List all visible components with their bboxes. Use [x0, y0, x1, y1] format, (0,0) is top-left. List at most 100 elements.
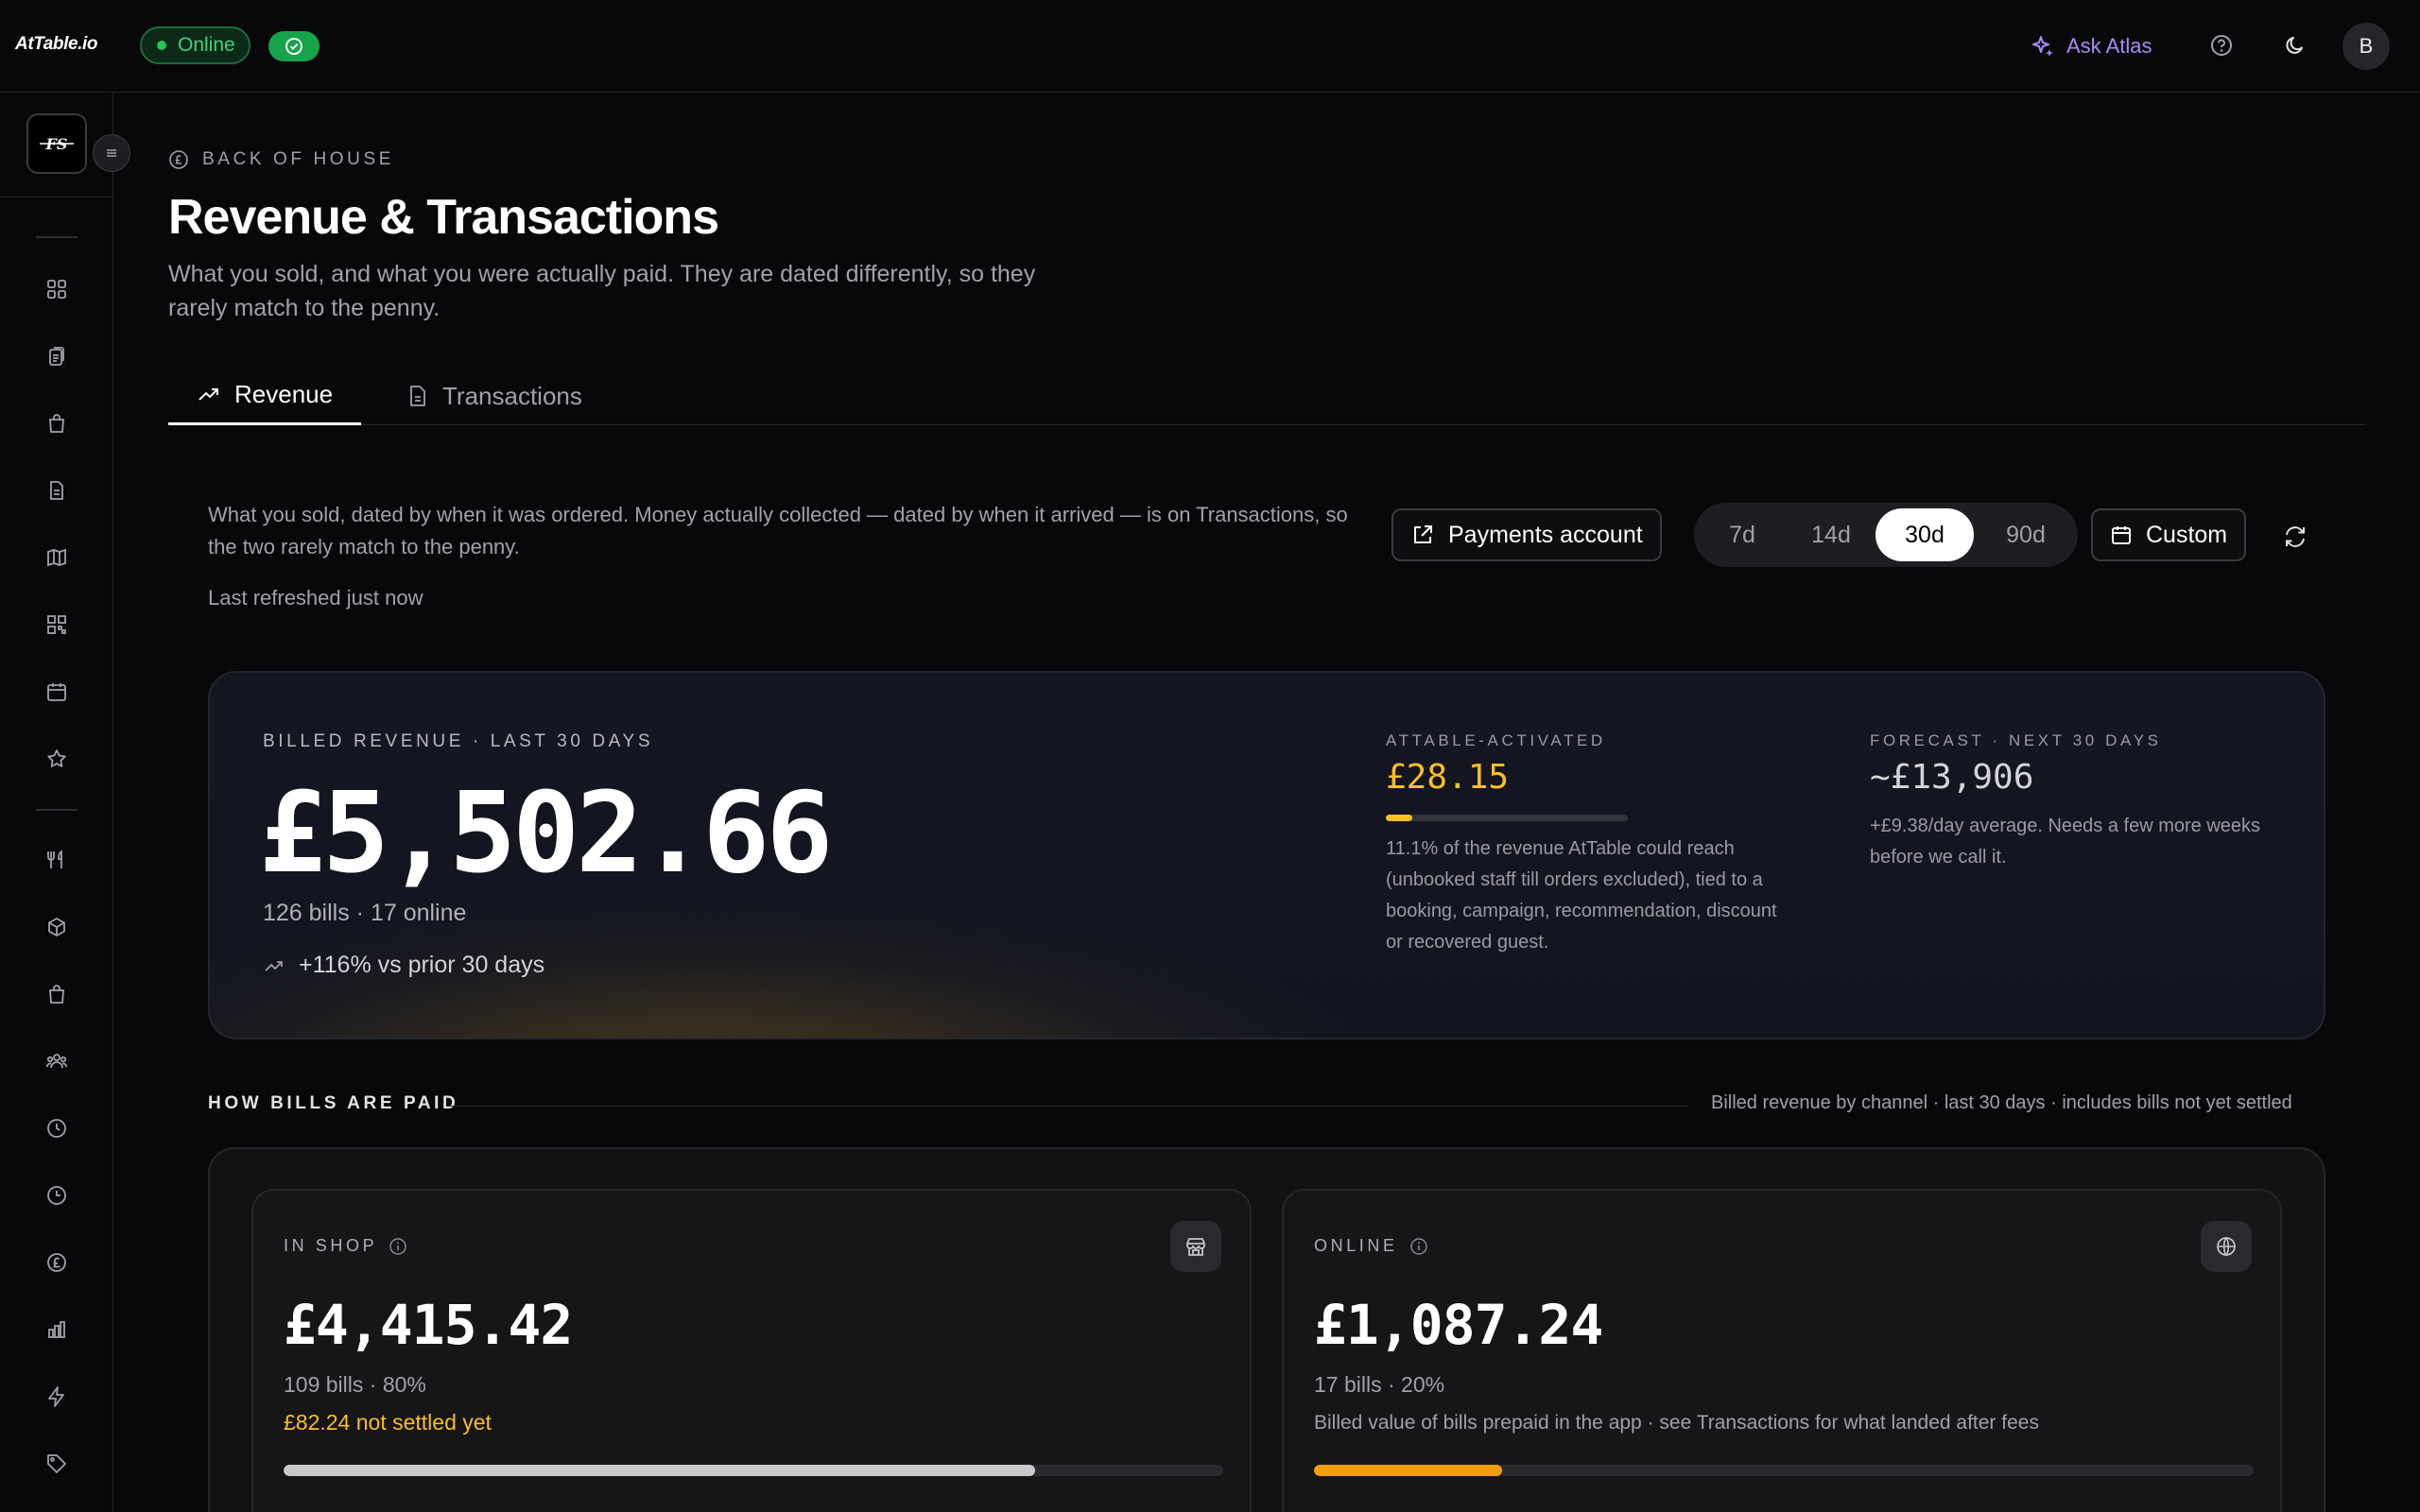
- in-shop-label-row: In shop: [284, 1236, 407, 1256]
- app-logo[interactable]: AtTable.io: [15, 34, 98, 55]
- venue-mark: FS: [40, 135, 74, 153]
- calendar-icon[interactable]: [42, 677, 72, 707]
- page-title: Revenue & Transactions: [168, 190, 719, 245]
- ask-atlas-button[interactable]: Ask Atlas: [2031, 30, 2152, 62]
- sidebar-divider: [0, 197, 113, 198]
- refresh-icon: [2286, 526, 2305, 547]
- online-label: Online: [1314, 1236, 1398, 1255]
- range-7d[interactable]: 7d: [1707, 508, 1777, 561]
- forecast-label: Forecast · next 30 days: [1870, 731, 2162, 749]
- refresh-button[interactable]: [2276, 518, 2314, 556]
- online-status-badge[interactable]: Online: [140, 26, 251, 64]
- in-shop-unsettled: £82.24 not settled yet: [284, 1410, 492, 1435]
- tab-label: Revenue: [234, 380, 334, 408]
- forecast-description: +£9.38/day average. Needs a few more wee…: [1870, 816, 2261, 868]
- page-description: What you sold, and what you were actuall…: [168, 261, 1036, 321]
- billed-revenue-amount: £5,502.66: [259, 767, 833, 898]
- clock-icon[interactable]: [42, 1113, 72, 1143]
- in-shop-amount: £4,415.42: [284, 1293, 573, 1357]
- eyebrow-label: Back of house: [202, 149, 395, 169]
- utensils-icon[interactable]: [42, 845, 72, 875]
- online-note: Billed value of bills prepaid in the app…: [1314, 1412, 2039, 1434]
- date-range-selector: 7d 14d 30d 90d: [1694, 503, 2078, 567]
- online-share-fill: [1314, 1465, 1502, 1476]
- help-circle-icon: [2211, 35, 2232, 56]
- online-card: Online £1,087.24 17 bills · 20% Billed v…: [1282, 1189, 2282, 1512]
- moon-icon: [2286, 37, 2303, 54]
- theme-toggle-button[interactable]: [2278, 28, 2312, 62]
- status-dot: [157, 41, 166, 50]
- connection-check-badge[interactable]: [268, 31, 320, 61]
- box-icon[interactable]: [42, 912, 72, 942]
- in-shop-share-bar: [284, 1465, 1223, 1476]
- document-icon: [410, 386, 425, 406]
- pound-circle-icon: [169, 150, 188, 169]
- last-refreshed-text: Last refreshed just now: [208, 586, 424, 610]
- online-label-row: Online: [1314, 1236, 1428, 1256]
- lightning-icon[interactable]: [42, 1382, 72, 1412]
- online-bills: 17 bills · 20%: [1314, 1372, 1445, 1397]
- in-shop-label: In shop: [284, 1236, 378, 1255]
- menu-icon: [107, 149, 116, 157]
- tab-transactions[interactable]: Transactions: [391, 367, 597, 425]
- sidebar: FS: [0, 93, 130, 1512]
- tab-revenue[interactable]: Revenue: [168, 367, 362, 425]
- range-90d[interactable]: 90d: [1981, 508, 2070, 561]
- forecast-amount: ~£13,906: [1870, 758, 2034, 797]
- bag-icon[interactable]: [42, 408, 72, 438]
- activated-amount: £28.15: [1386, 758, 1510, 797]
- info-icon[interactable]: [1409, 1237, 1428, 1256]
- in-shop-card: In shop £4,415.42 109 bills · 80% £82.24…: [251, 1189, 1252, 1512]
- info-icon[interactable]: [389, 1237, 407, 1256]
- billed-revenue-card: Billed revenue · last 30 days £5,502.66 …: [208, 671, 2325, 1040]
- billed-revenue-label: Billed revenue · last 30 days: [263, 731, 654, 751]
- trending-up-icon: [265, 960, 283, 971]
- clipboard-icon[interactable]: [42, 341, 72, 371]
- storefront-icon-box: [1170, 1221, 1221, 1272]
- revenue-intro-text: What you sold, dated by when it was orde…: [208, 503, 1348, 558]
- map-icon[interactable]: [42, 542, 72, 573]
- tab-bar: Revenue Transactions: [168, 367, 2365, 425]
- calendar-icon: [2112, 526, 2131, 544]
- activated-label: AtTable-activated: [1386, 731, 1606, 749]
- top-bar: AtTable.io Online Ask Atlas B: [0, 0, 2420, 93]
- activated-progress-fill: [1386, 815, 1413, 821]
- section-divider: [450, 1106, 1688, 1107]
- tab-label: Transactions: [442, 381, 582, 410]
- tag-icon[interactable]: [42, 1449, 72, 1479]
- document-icon[interactable]: [42, 475, 72, 506]
- user-avatar[interactable]: B: [2342, 23, 2390, 70]
- star-icon[interactable]: [42, 744, 72, 774]
- revenue-trend: +116% vs prior 30 days: [263, 952, 544, 979]
- sparkles-icon: [2032, 36, 2053, 57]
- custom-range-label: Custom: [2146, 521, 2228, 548]
- globe-icon: [2217, 1237, 2236, 1256]
- globe-icon-box: [2201, 1221, 2252, 1272]
- storefront-icon: [1186, 1238, 1205, 1256]
- in-shop-bills: 109 bills · 80%: [284, 1372, 426, 1397]
- users-icon[interactable]: [42, 1046, 72, 1076]
- section-note: Billed revenue by channel · last 30 days…: [1711, 1092, 2292, 1113]
- bills-count: 126 bills · 17 online: [263, 900, 467, 926]
- sidebar-collapse-button[interactable]: [93, 134, 130, 172]
- qr-icon[interactable]: [42, 610, 72, 640]
- payments-account-button[interactable]: Payments account: [1392, 508, 1662, 561]
- range-14d[interactable]: 14d: [1787, 508, 1876, 561]
- custom-range-button[interactable]: Custom: [2091, 508, 2247, 561]
- grid-icon[interactable]: [42, 274, 72, 304]
- online-amount: £1,087.24: [1314, 1293, 1603, 1357]
- section-eyebrow: Back of house: [168, 149, 394, 170]
- in-shop-share-fill: [284, 1465, 1036, 1476]
- section-title: How bills are paid: [208, 1093, 459, 1113]
- bag-icon[interactable]: [42, 979, 72, 1009]
- revenue-trend-text: +116% vs prior 30 days: [299, 952, 545, 978]
- status-label: Online: [178, 34, 235, 56]
- online-share-bar: [1314, 1465, 2254, 1476]
- sidebar-rule: [36, 809, 78, 811]
- range-30d[interactable]: 30d: [1876, 508, 1974, 561]
- help-button[interactable]: [2204, 28, 2238, 62]
- clock-icon[interactable]: [42, 1180, 72, 1211]
- venue-logo[interactable]: FS: [26, 113, 87, 174]
- bar-chart-icon[interactable]: [42, 1314, 72, 1345]
- pound-icon[interactable]: [42, 1247, 72, 1278]
